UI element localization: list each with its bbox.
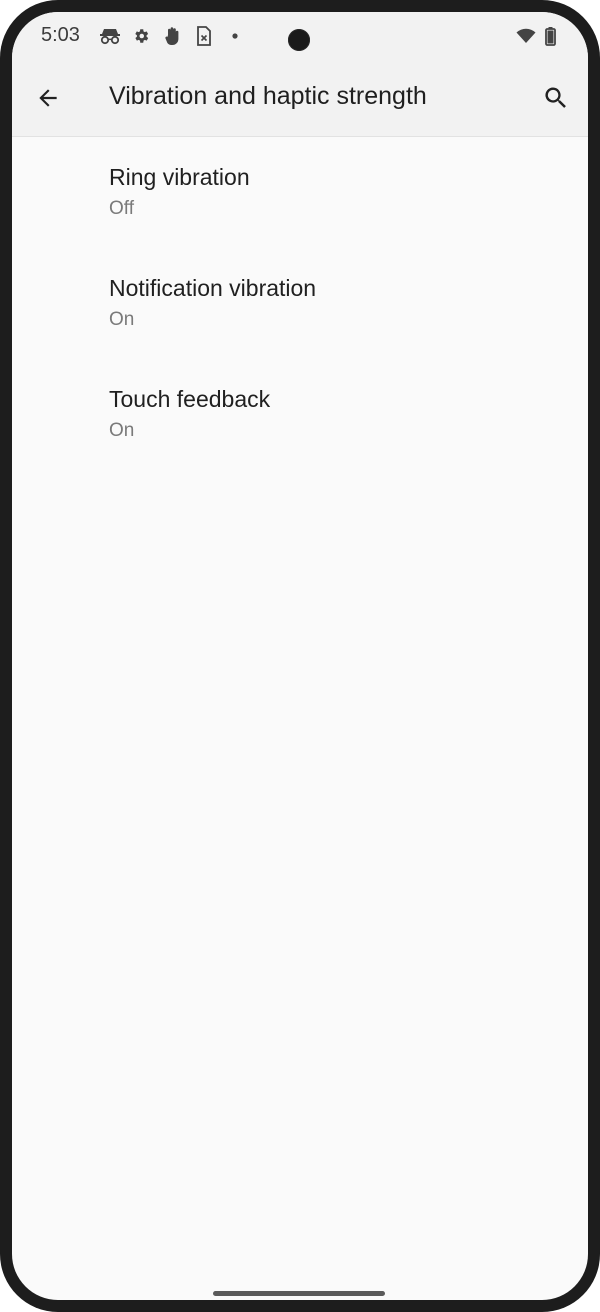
front-camera	[288, 29, 310, 51]
setting-title: Touch feedback	[109, 386, 271, 412]
setting-ring-vibration[interactable]: Ring vibration Off	[12, 137, 588, 248]
app-bar: Vibration and haptic strength	[12, 62, 588, 137]
incognito-icon	[98, 26, 122, 46]
status-time: 5:03	[41, 24, 80, 46]
phone-frame: 5:03 Vibration and haptic strength Ring …	[0, 0, 600, 1312]
dot-icon	[230, 26, 240, 46]
setting-summary: On	[109, 420, 135, 441]
sim-card-off-icon	[194, 26, 214, 46]
wifi-icon	[515, 26, 537, 46]
setting-summary: Off	[109, 198, 134, 219]
status-bar: 5:03	[12, 12, 588, 62]
back-button[interactable]	[30, 80, 66, 116]
settings-list: Ring vibration Off Notification vibratio…	[12, 137, 588, 470]
setting-summary: On	[109, 309, 135, 330]
settings-gear-icon	[130, 26, 152, 46]
page-title: Vibration and haptic strength	[109, 82, 427, 110]
battery-icon	[542, 26, 558, 46]
setting-touch-feedback[interactable]: Touch feedback On	[12, 359, 588, 470]
home-indicator[interactable]	[213, 1291, 385, 1296]
setting-title: Ring vibration	[109, 164, 250, 190]
hand-icon	[162, 26, 184, 46]
setting-title: Notification vibration	[109, 275, 317, 301]
search-icon	[545, 87, 566, 108]
setting-notification-vibration[interactable]: Notification vibration On	[12, 248, 588, 359]
screen: 5:03 Vibration and haptic strength Ring …	[12, 12, 588, 1300]
arrow-back-icon	[39, 89, 57, 107]
search-button[interactable]	[538, 80, 574, 116]
